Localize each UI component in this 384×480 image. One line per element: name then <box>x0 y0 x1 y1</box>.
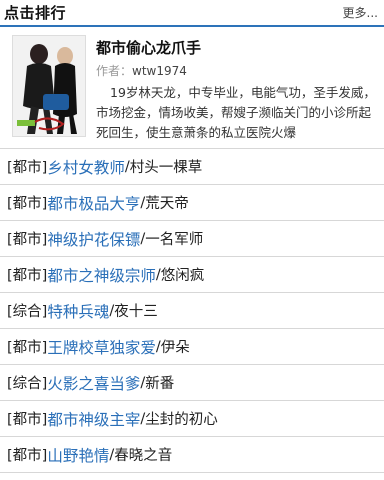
list-item[interactable]: [都市] 乡村女教师 / 村头一棵草 <box>0 149 384 185</box>
featured-title[interactable]: 都市偷心龙爪手 <box>96 37 376 58</box>
category-label[interactable]: [都市] <box>7 156 47 177</box>
author-name[interactable]: 新番 <box>145 372 174 393</box>
list-item[interactable]: [都市] 都市之神级宗师 / 悠闲疯 <box>0 257 384 293</box>
author-name[interactable]: 一名军师 <box>145 228 203 249</box>
book-title-link[interactable]: 特种兵魂 <box>47 300 109 322</box>
more-link[interactable]: 更多... <box>343 4 378 21</box>
list-item[interactable]: [都市] 都市极品大亨 / 荒天帝 <box>0 185 384 221</box>
book-title-link[interactable]: 火影之喜当爹 <box>47 372 140 394</box>
author-name[interactable]: 尘封的初心 <box>145 408 218 429</box>
list-item[interactable]: [综合] 特种兵魂 / 夜十三 <box>0 293 384 329</box>
list-item[interactable]: [都市] 王牌校草独家爱 / 伊朵 <box>0 329 384 365</box>
author-name[interactable]: 荒天帝 <box>145 192 189 213</box>
list-item[interactable]: [都市] 都市神级主宰 / 尘封的初心 <box>0 401 384 437</box>
featured-info: 都市偷心龙爪手 作者：wtw1974 19岁林天龙，中专毕业，电能气功，圣手发威… <box>96 35 376 142</box>
section-title: 点击排行 <box>4 4 67 22</box>
ranking-list: [都市] 乡村女教师 / 村头一棵草 [都市] 都市极品大亨 / 荒天帝 [都市] 神级护花保… <box>0 149 384 473</box>
list-item[interactable]: [综合] 火影之喜当爹 / 新番 <box>0 365 384 401</box>
category-label[interactable]: [都市] <box>7 336 47 357</box>
book-title-link[interactable]: 乡村女教师 <box>47 156 125 178</box>
category-label[interactable]: [都市] <box>7 192 47 213</box>
category-label[interactable]: [综合] <box>7 300 47 321</box>
featured-book[interactable]: 都市偷心龙爪手 作者：wtw1974 19岁林天龙，中专毕业，电能气功，圣手发威… <box>0 27 384 149</box>
book-title-link[interactable]: 都市之神级宗师 <box>47 264 156 286</box>
book-title-link[interactable]: 王牌校草独家爱 <box>47 336 156 358</box>
list-item[interactable]: [都市] 山野艳情 / 春晓之音 <box>0 437 384 473</box>
author-prefix: 作者： <box>96 64 133 78</box>
featured-description: 19岁林天龙，中专毕业，电能气功，圣手发威，市场挖金，情场收美，帮嫂子濒临关门的… <box>96 85 376 140</box>
category-label[interactable]: [综合] <box>7 372 47 393</box>
featured-author-line: 作者：wtw1974 <box>96 62 376 79</box>
category-label[interactable]: [都市] <box>7 264 47 285</box>
author-name[interactable]: 夜十三 <box>114 300 158 321</box>
book-cover-art <box>13 36 85 136</box>
book-title-link[interactable]: 都市神级主宰 <box>47 408 140 430</box>
category-label[interactable]: [都市] <box>7 444 47 465</box>
featured-author[interactable]: wtw1974 <box>132 64 187 78</box>
author-name[interactable]: 春晓之音 <box>114 444 172 465</box>
book-cover-image[interactable] <box>12 35 86 137</box>
category-label[interactable]: [都市] <box>7 408 47 429</box>
author-name[interactable]: 悠闲疯 <box>161 264 205 285</box>
author-name[interactable]: 村头一棵草 <box>130 156 203 177</box>
category-label[interactable]: [都市] <box>7 228 47 249</box>
list-item[interactable]: [都市] 神级护花保镖 / 一名军师 <box>0 221 384 257</box>
section-header: 点击排行 更多... <box>0 0 384 27</box>
author-name[interactable]: 伊朵 <box>161 336 190 357</box>
book-title-link[interactable]: 山野艳情 <box>47 444 109 466</box>
book-title-link[interactable]: 神级护花保镖 <box>47 228 140 250</box>
book-title-link[interactable]: 都市极品大亨 <box>47 192 140 214</box>
